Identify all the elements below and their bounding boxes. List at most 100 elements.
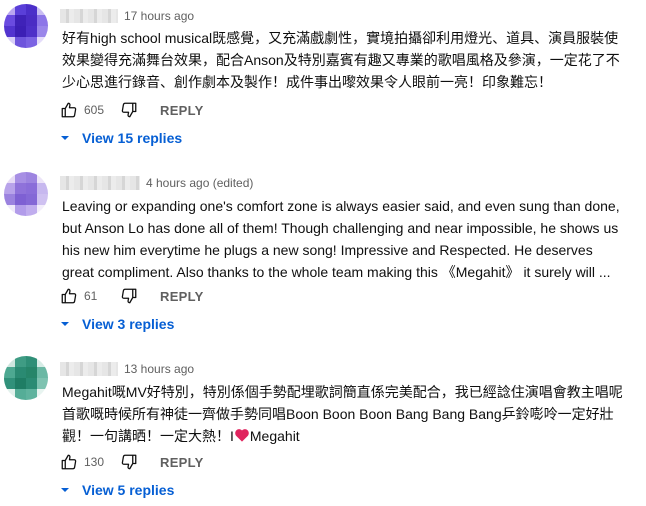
comment-line: Megahit嘅MV好特別，特別係個手勢配埋歌詞簡直係完美配合，我已經諗住演唱會… <box>62 384 623 400</box>
avatar-pixel <box>26 37 37 48</box>
like-count: 130 <box>84 455 105 469</box>
comment-line: Leaving or expanding one's comfort zone … <box>62 198 620 214</box>
avatar-pixel <box>37 378 48 389</box>
avatar-pixel <box>26 356 37 367</box>
comment-line-text: Megahit <box>249 428 300 444</box>
avatar[interactable] <box>4 4 48 48</box>
comment-timestamp[interactable]: 13 hours ago <box>124 362 194 376</box>
avatar-pixel <box>37 4 48 15</box>
view-replies-button[interactable]: View 5 replies <box>60 480 174 500</box>
avatar-pixel <box>37 367 48 378</box>
reply-button[interactable]: REPLY <box>160 455 204 470</box>
comment-line: great compliment. Also thanks to the who… <box>62 264 611 280</box>
comment-header: 17 hours ago <box>60 8 194 24</box>
avatar-pixel <box>4 37 15 48</box>
view-replies-button[interactable]: View 15 replies <box>60 128 182 148</box>
avatar-pixel <box>4 4 15 15</box>
like-count: 605 <box>84 103 105 117</box>
avatar-pixel <box>37 205 48 216</box>
thumbs-down-icon[interactable] <box>120 101 138 119</box>
reply-button[interactable]: REPLY <box>160 289 204 304</box>
comment-line-text: 觀！一句講晒！一定大熱！I <box>62 428 234 444</box>
view-replies-label: View 3 replies <box>82 316 175 332</box>
avatar-pixel <box>4 378 15 389</box>
comment-line: 少心思進行錄音、創作劇本及製作！成件事出嚟效果令人眼前一亮！印象難忘！ <box>62 74 552 90</box>
avatar-pixel <box>15 367 26 378</box>
avatar-pixel <box>26 172 37 183</box>
comment-timestamp[interactable]: 17 hours ago <box>124 9 194 23</box>
comment-text: Leaving or expanding one's comfort zone … <box>62 195 640 283</box>
avatar-pixel <box>37 389 48 400</box>
comment-actions: 130 REPLY <box>60 452 204 472</box>
thumbs-up-icon[interactable] <box>60 287 78 305</box>
comment-actions: 61 REPLY <box>60 286 204 306</box>
avatar-pixel <box>15 194 26 205</box>
avatar-pixel <box>4 367 15 378</box>
comment-line: 好有high school musical既感覺，又充滿戲劇性，實境拍攝卻利用燈… <box>62 30 619 46</box>
avatar-pixel <box>26 205 37 216</box>
author-name-blurred[interactable] <box>60 176 140 190</box>
comment-line: 效果變得充滿舞台效果，配合Anson及特別嘉賓有趣又專業的歌唱風格及參演，一定花… <box>62 52 620 68</box>
thumbs-up-icon[interactable] <box>60 101 78 119</box>
like-count: 61 <box>84 289 98 303</box>
comment-line: his new him everytime he plugs a new son… <box>62 242 593 258</box>
avatar-pixel <box>26 4 37 15</box>
avatar-pixel <box>4 205 15 216</box>
comment-line: but Anson Lo has done all of them! Thoug… <box>62 220 619 236</box>
reply-button[interactable]: REPLY <box>160 103 204 118</box>
avatar-pixel <box>15 183 26 194</box>
avatar-pixel <box>37 26 48 37</box>
avatar-pixel <box>4 356 15 367</box>
avatar-pixel <box>4 194 15 205</box>
caret-down-icon <box>61 136 69 140</box>
author-name-blurred[interactable] <box>60 362 118 376</box>
avatar-pixel <box>4 15 15 26</box>
thumbs-down-icon[interactable] <box>120 287 138 305</box>
avatar-pixel <box>15 205 26 216</box>
avatar-pixel <box>26 15 37 26</box>
view-replies-label: View 5 replies <box>82 482 175 498</box>
author-name-blurred[interactable] <box>60 9 118 23</box>
avatar-pixel <box>26 378 37 389</box>
caret-down-icon <box>61 488 69 492</box>
avatar-pixels <box>4 4 48 48</box>
avatar-pixel <box>26 26 37 37</box>
avatar-pixel <box>37 172 48 183</box>
avatar-pixel <box>15 172 26 183</box>
comment-line: 首歌嘅時候所有神徒一齊做手勢同唱Boon Boon Boon Bang Bang… <box>62 406 614 422</box>
caret-down-icon <box>61 322 69 326</box>
comment-text: Megahit嘅MV好特別，特別係個手勢配埋歌詞簡直係完美配合，我已經諗住演唱會… <box>62 381 640 447</box>
thumbs-up-icon[interactable] <box>60 453 78 471</box>
red-heart-emoji-icon <box>235 429 249 442</box>
avatar-pixel <box>26 367 37 378</box>
avatar-pixel <box>15 389 26 400</box>
avatar-pixel <box>15 37 26 48</box>
avatar-pixel <box>37 15 48 26</box>
avatar-pixel <box>26 183 37 194</box>
avatar-pixel <box>4 389 15 400</box>
avatar-pixel <box>15 378 26 389</box>
avatar-pixel <box>37 194 48 205</box>
avatar-pixel <box>4 183 15 194</box>
view-replies-button[interactable]: View 3 replies <box>60 314 174 334</box>
avatar-pixel <box>26 194 37 205</box>
comment-header: 4 hours ago (edited) <box>60 175 253 191</box>
comment-timestamp[interactable]: 4 hours ago (edited) <box>146 176 253 190</box>
avatar-pixel <box>37 37 48 48</box>
avatar-pixel <box>15 26 26 37</box>
avatar[interactable] <box>4 172 48 216</box>
thumbs-down-icon[interactable] <box>120 453 138 471</box>
avatar-pixel <box>15 4 26 15</box>
view-replies-label: View 15 replies <box>82 130 183 146</box>
avatar-pixel <box>4 26 15 37</box>
comment-actions: 605 REPLY <box>60 100 204 120</box>
avatar-pixels <box>4 172 48 216</box>
comment-header: 13 hours ago <box>60 361 194 377</box>
comment-line: 觀！一句講晒！一定大熱！I Megahit <box>62 425 640 447</box>
avatar[interactable] <box>4 356 48 400</box>
avatar-pixel <box>4 172 15 183</box>
avatar-pixels <box>4 356 48 400</box>
comment-text: 好有high school musical既感覺，又充滿戲劇性，實境拍攝卻利用燈… <box>62 27 640 93</box>
avatar-pixel <box>15 15 26 26</box>
avatar-pixel <box>37 356 48 367</box>
